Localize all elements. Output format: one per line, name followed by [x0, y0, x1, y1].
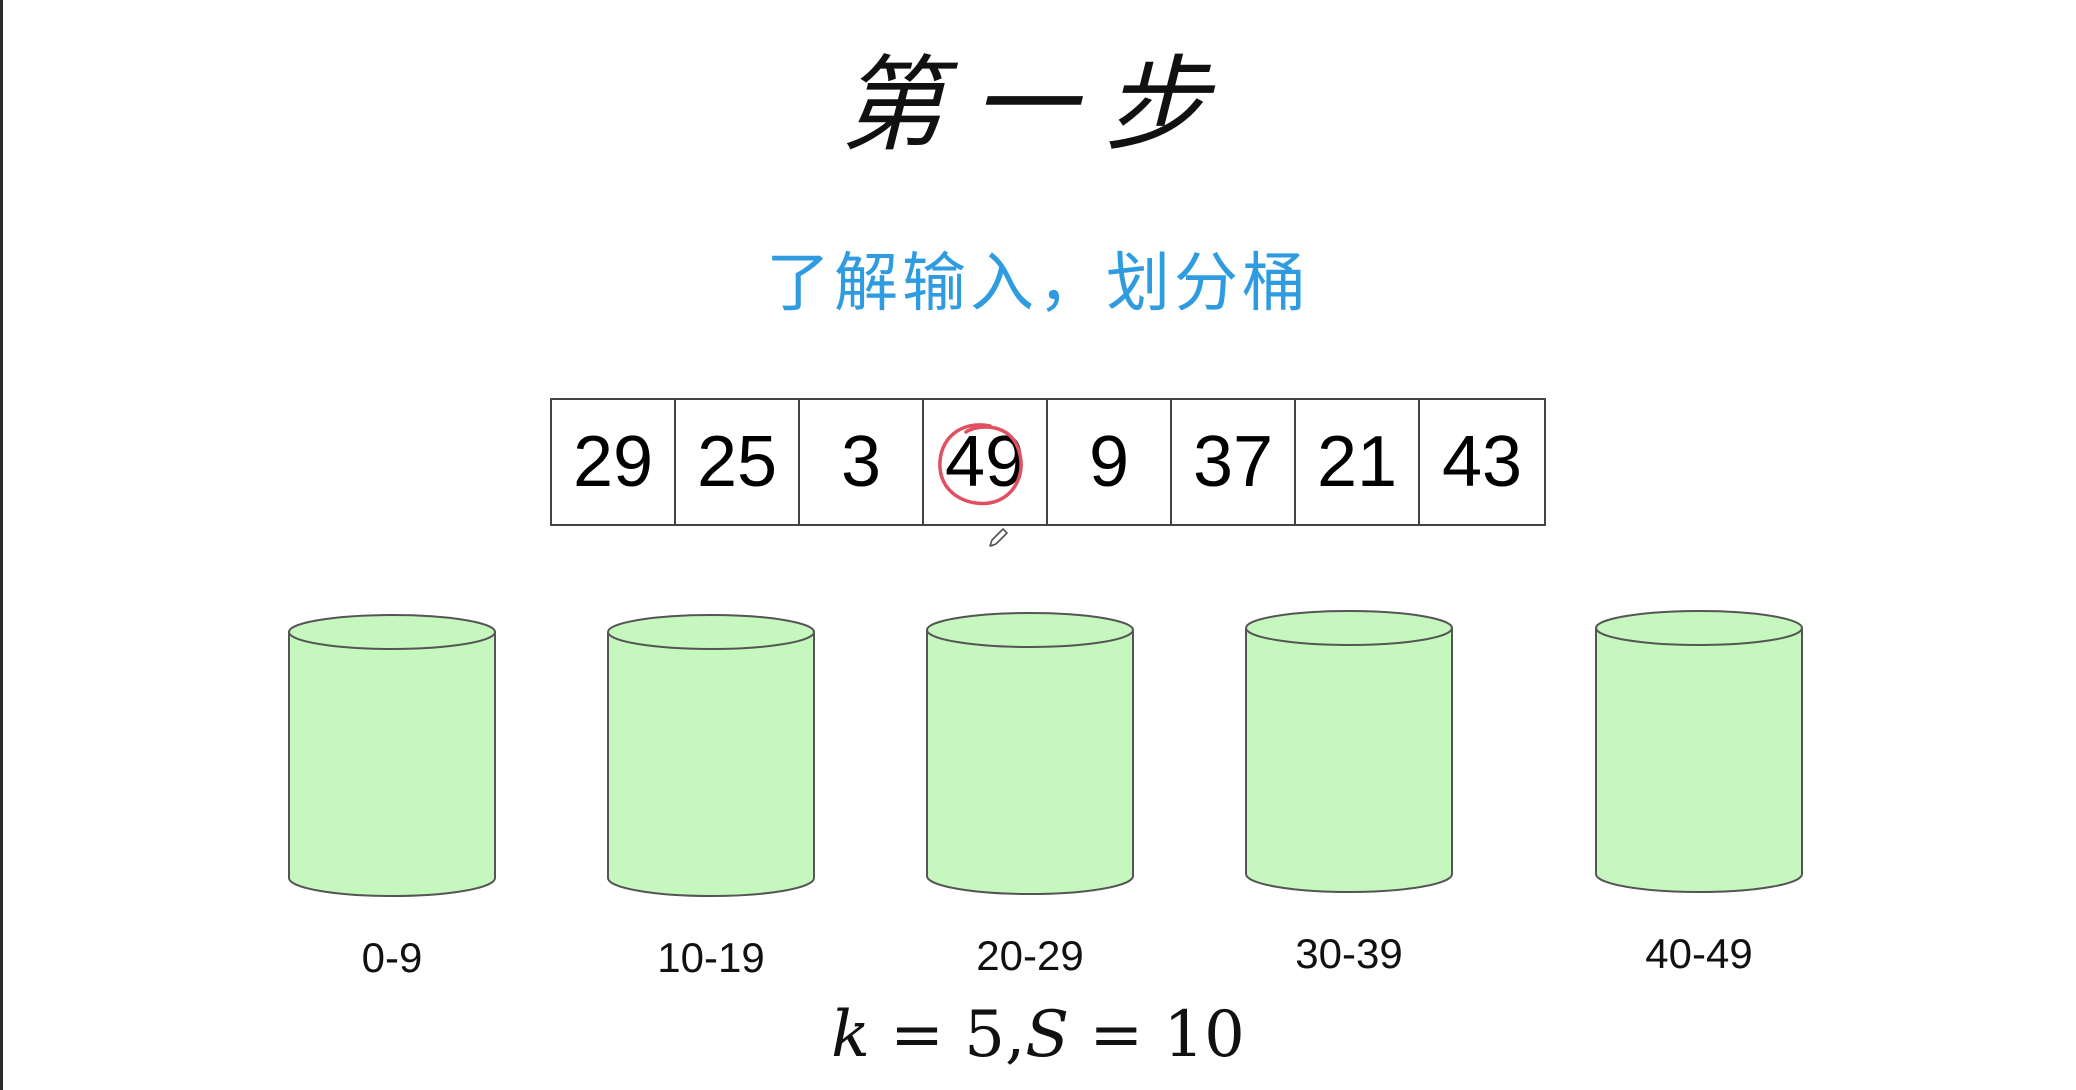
- bucket-label: 40-49: [1645, 930, 1753, 977]
- bucket-top: [926, 612, 1134, 648]
- bucket-top: [1245, 610, 1453, 646]
- bucket-label: 0-9: [361, 934, 423, 981]
- formula-s-value: 10: [1163, 998, 1245, 1072]
- bucket-body: [288, 632, 496, 897]
- formula-equals: =: [890, 998, 944, 1072]
- bucket-row: 0-9 10-19 20-29 30-39 40-49: [0, 0, 2076, 1090]
- bucket-top: [288, 614, 496, 650]
- bucket-cylinder: [926, 612, 1134, 895]
- bucket-body: [607, 632, 815, 897]
- bucket-label: 10-19: [657, 934, 765, 981]
- formula-equals: =: [1089, 998, 1144, 1072]
- bucket-cylinder: [288, 614, 496, 897]
- bucket-label: 20-29: [976, 932, 1084, 979]
- formula-s-var: S: [1025, 998, 1070, 1072]
- bucket-cylinder: [1245, 610, 1453, 893]
- bucket-body: [926, 630, 1134, 895]
- bucket-cylinder: [607, 614, 815, 897]
- bucket-top: [1595, 610, 1803, 646]
- formula-k-var: k: [831, 998, 870, 1072]
- bucket-body: [1245, 628, 1453, 893]
- bucket-body: [1595, 628, 1803, 893]
- formula-k-value: 5: [964, 998, 1005, 1072]
- bucket-top: [607, 614, 815, 650]
- formula-comma: ,: [1004, 998, 1026, 1072]
- formula-text: k = 5,S = 10: [0, 998, 2076, 1072]
- bucket-cylinder: [1595, 610, 1803, 893]
- bucket-label: 30-39: [1295, 930, 1403, 977]
